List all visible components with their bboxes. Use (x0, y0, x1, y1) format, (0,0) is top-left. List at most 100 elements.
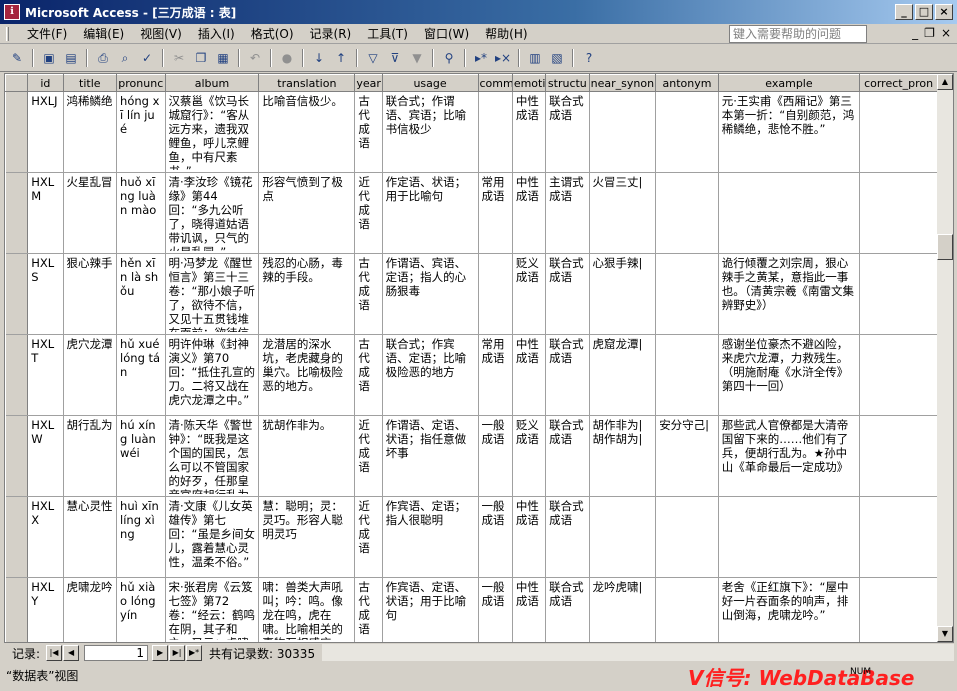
cell-translation[interactable]: 残忍的心肠，毒辣的手段。 (258, 253, 356, 335)
cell-emoti[interactable]: 中性成语 (512, 577, 547, 642)
cell-album[interactable]: 明·冯梦龙《醒世恒言》第三十三卷：“那小娘子听了，欲待不信，又见十五贯钱堆在面前… (165, 253, 260, 335)
cell-title[interactable]: 狠心辣手 (63, 253, 118, 335)
design-view-icon[interactable]: ✎ (6, 48, 28, 68)
cell-commo[interactable]: 一般成语 (478, 577, 513, 642)
vertical-scrollbar[interactable]: ▲ ▼ (937, 74, 953, 642)
cell-antonym[interactable] (655, 334, 719, 416)
row-selector[interactable] (5, 172, 29, 254)
cell-album[interactable]: 清·李汝珍《镜花缘》第44回：“多九公听了，晓得道姑语带讥讽，只气的火星乱冒。” (165, 172, 260, 254)
cell-commo[interactable] (478, 91, 513, 173)
cell-example[interactable]: 元·王实甫《西厢记》第三本第一折：“自别颜范，鸿稀鳞绝，悲怆不胜。” (718, 91, 861, 173)
cell-title[interactable]: 火星乱冒 (63, 172, 118, 254)
menu-file[interactable]: 文件(F) (19, 25, 75, 42)
cell-id[interactable]: HXLJ (27, 91, 64, 173)
cell-correct-pron[interactable] (859, 415, 938, 497)
cell-structu[interactable]: 联合式成语 (545, 415, 590, 497)
column-header-emoti[interactable]: emoti (511, 74, 547, 92)
cell-pronunc[interactable]: hǔ xué lóng tán (116, 334, 166, 416)
new-object-icon[interactable]: ▧ (546, 48, 568, 68)
previous-record-button[interactable]: ◀ (63, 645, 80, 661)
cell-id[interactable]: HXLY (27, 577, 64, 642)
cell-correct-pron[interactable] (859, 496, 938, 578)
cell-commo[interactable]: 一般成语 (478, 415, 513, 497)
cell-emoti[interactable]: 中性成语 (512, 496, 547, 578)
cell-antonym[interactable] (655, 253, 719, 335)
last-record-button[interactable]: ▶| (169, 645, 186, 661)
cell-structu[interactable]: 联合式成语 (545, 334, 590, 416)
cell-title[interactable]: 虎啸龙吟 (63, 577, 118, 642)
menu-insert[interactable]: 插入(I) (190, 25, 243, 42)
cell-album[interactable]: 清·陈天华《警世钟》：“既我是这个国的国民，怎么可以不管国家的好歹，任那皇帝官府… (165, 415, 260, 497)
cell-pronunc[interactable]: huì xīn líng xìng (116, 496, 166, 578)
cell-pronunc[interactable]: hóng xī lín jué (116, 91, 166, 173)
row-selector[interactable] (5, 577, 29, 642)
cell-album[interactable]: 清·文康《儿女英雄传》第七回：“虽是乡间女儿，露着慧心灵性，温柔不俗。” (165, 496, 260, 578)
cell-commo[interactable]: 常用成语 (478, 172, 513, 254)
cell-antonym[interactable] (655, 496, 719, 578)
cell-year[interactable]: 近代成语 (354, 496, 383, 578)
row-selector-header[interactable] (5, 74, 29, 92)
cell-translation[interactable]: 犹胡作非为。 (258, 415, 356, 497)
cell-correct-pron[interactable] (859, 253, 938, 335)
doc-restore-button[interactable]: ❐ (924, 26, 935, 40)
file-search-icon[interactable]: ▤ (60, 48, 82, 68)
scroll-thumb[interactable] (937, 234, 953, 260)
row-selector[interactable] (5, 334, 29, 416)
cell-year[interactable]: 近代成语 (354, 172, 383, 254)
cell-pronunc[interactable]: hú xíng luàn wéi (116, 415, 166, 497)
cell-near-synon[interactable]: 龙吟虎啸| (589, 577, 657, 642)
cell-near-synon[interactable] (589, 91, 657, 173)
doc-close-button[interactable]: × (941, 26, 951, 40)
cell-usage[interactable]: 作谓语、宾语、定语；指人的心肠狠毒 (382, 253, 479, 335)
row-selector[interactable] (5, 415, 29, 497)
cell-example[interactable]: 老舍《正红旗下》：“屋中好一片吞面条的响声，排山倒海，虎啸龙吟。” (718, 577, 861, 642)
cell-year[interactable]: 古代成语 (354, 253, 383, 335)
row-selector[interactable] (5, 91, 29, 173)
column-header-example[interactable]: example (717, 74, 861, 92)
cell-emoti[interactable]: 贬义成语 (512, 415, 547, 497)
cell-year[interactable]: 古代成语 (354, 577, 383, 642)
menu-records[interactable]: 记录(R) (302, 25, 360, 42)
column-header-correct-pron[interactable]: correct_pron (859, 74, 938, 92)
cell-translation[interactable]: 形容气愤到了极点 (258, 172, 356, 254)
cell-title[interactable]: 慧心灵性 (63, 496, 118, 578)
cell-usage[interactable]: 作宾语、定语；指人很聪明 (382, 496, 479, 578)
column-header-commo[interactable]: commo (477, 74, 513, 92)
cell-correct-pron[interactable] (859, 334, 938, 416)
cell-commo[interactable]: 常用成语 (478, 334, 513, 416)
cell-translation[interactable]: 慧：聪明；灵：灵巧。形容人聪明灵巧 (258, 496, 356, 578)
cell-correct-pron[interactable] (859, 91, 938, 173)
cell-near-synon[interactable]: 虎窟龙潭| (589, 334, 657, 416)
row-selector[interactable] (5, 496, 29, 578)
cell-example[interactable]: 那些武人官僚都是大清帝国留下来的……他们有了兵，便胡行乱为。★孙中山《革命最后一… (718, 415, 861, 497)
cell-correct-pron[interactable] (859, 577, 938, 642)
cell-commo[interactable] (478, 253, 513, 335)
cell-title[interactable]: 胡行乱为 (63, 415, 118, 497)
menu-edit[interactable]: 编辑(E) (75, 25, 132, 42)
access-icon[interactable]: ℹ (4, 4, 20, 20)
cell-example[interactable]: 感谢坐位豪杰不避凶险，来虎穴龙潭，力救残生。（明施耐庵《水浒全传》第四十一回） (718, 334, 861, 416)
hyperlink-icon[interactable]: ● (276, 48, 298, 68)
menu-view[interactable]: 视图(V) (132, 25, 190, 42)
cell-structu[interactable]: 联合式成语 (545, 496, 590, 578)
cell-near-synon[interactable]: 心狠手辣| (589, 253, 657, 335)
cell-translation[interactable]: 比喻音信极少。 (258, 91, 356, 173)
cut-icon[interactable]: ✂ (168, 48, 190, 68)
cell-id[interactable]: HXLT (27, 334, 64, 416)
help-question-input[interactable]: 键入需要帮助的问题 (729, 25, 867, 43)
cell-pronunc[interactable]: huǒ xīng luàn mào (116, 172, 166, 254)
cell-translation[interactable]: 龙潜居的深水坑，老虎藏身的巢穴。比喻极险恶的地方。 (258, 334, 356, 416)
cell-album[interactable]: 宋·张君房《云笈七签》第72卷：“经云：鹤鸣在阴，其子和之。又云：虎啸龙吟，风云… (165, 577, 260, 642)
cell-album[interactable]: 明许仲琳《封神演义》第70回：“抵住孔宣的刀。二将又战在虎穴龙潭之中。” (165, 334, 260, 416)
spelling-icon[interactable]: ✓ (136, 48, 158, 68)
menu-window[interactable]: 窗口(W) (416, 25, 477, 42)
apply-filter-icon[interactable]: ▼ (406, 48, 428, 68)
datasheet[interactable]: id title pronunc album translation year usage c… (4, 73, 954, 643)
cell-emoti[interactable]: 贬义成语 (512, 253, 547, 335)
new-record-nav-button[interactable]: ▶* (186, 645, 203, 661)
first-record-button[interactable]: |◀ (46, 645, 63, 661)
menu-format[interactable]: 格式(O) (243, 25, 302, 42)
cell-structu[interactable]: 联合式成语 (545, 577, 590, 642)
cell-usage[interactable]: 联合式；作谓语、宾语；比喻书信极少 (382, 91, 479, 173)
cell-example[interactable] (718, 496, 861, 578)
